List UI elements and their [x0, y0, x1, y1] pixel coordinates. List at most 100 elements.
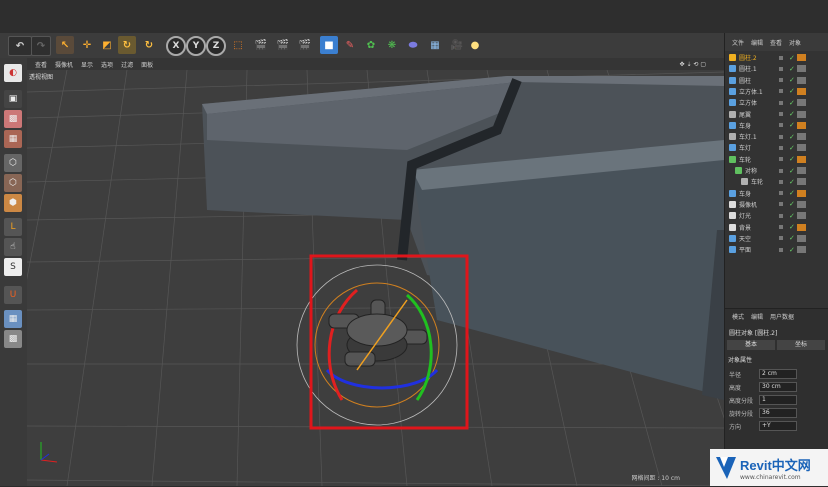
om-menu-edit[interactable]: 编辑 — [751, 38, 763, 47]
enabled-check-icon[interactable]: ✓ — [789, 234, 795, 242]
enabled-check-icon[interactable]: ✓ — [789, 200, 795, 208]
object-row[interactable]: 平面 ✓ — [725, 244, 828, 255]
visibility-dots[interactable] — [779, 225, 785, 229]
render-settings-icon[interactable]: 🎬 — [296, 36, 314, 54]
object-row[interactable]: 车轮 ✓ — [725, 154, 828, 165]
object-tag-icon[interactable] — [797, 121, 806, 129]
object-tag-icon[interactable] — [797, 99, 806, 107]
perspective-viewport[interactable]: 透视视图 网格间距 : 10 cm — [27, 70, 724, 486]
enabled-check-icon[interactable]: ✓ — [789, 110, 795, 118]
model-mode-icon[interactable]: ▣ — [4, 90, 22, 108]
visibility-dots[interactable] — [779, 89, 785, 94]
cube-icon[interactable]: ■ — [320, 36, 338, 54]
height-segments-field[interactable]: 1 — [759, 395, 797, 405]
visibility-dots[interactable] — [779, 157, 785, 162]
floor-icon[interactable]: ▦ — [425, 36, 445, 54]
viewport-menu-panel[interactable]: 面板 — [141, 60, 153, 69]
object-row[interactable]: 圆柱.1 ✓ — [725, 63, 828, 74]
enabled-check-icon[interactable]: ✓ — [789, 76, 795, 84]
object-tag-icon[interactable] — [797, 76, 806, 84]
object-row[interactable]: 对称 ✓ — [725, 165, 828, 176]
attr-menu-mode[interactable]: 模式 — [732, 312, 744, 321]
object-row[interactable]: 立方体 ✓ — [725, 97, 828, 108]
object-tag-icon[interactable] — [797, 234, 806, 242]
visibility-dots[interactable] — [779, 202, 785, 207]
enabled-check-icon[interactable]: ✓ — [789, 178, 795, 186]
enabled-check-icon[interactable]: ✓ — [789, 65, 795, 73]
object-tag-icon[interactable] — [797, 212, 806, 220]
enabled-check-icon[interactable]: ✓ — [789, 167, 795, 175]
rotation-segments-field[interactable]: 36 — [759, 408, 797, 418]
viewport-menu-display[interactable]: 显示 — [81, 60, 93, 69]
enabled-check-icon[interactable]: ✓ — [789, 99, 795, 107]
y-axis-lock-icon[interactable]: Y — [186, 36, 206, 56]
enabled-check-icon[interactable]: ✓ — [789, 155, 795, 163]
recent-tool-icon[interactable]: ↻ — [140, 36, 158, 54]
object-tag-icon[interactable] — [797, 189, 806, 197]
visibility-dots[interactable] — [779, 66, 785, 71]
visibility-dots[interactable] — [779, 78, 785, 83]
pen-spline-icon[interactable]: ✎ — [341, 36, 359, 54]
enabled-check-icon[interactable]: ✓ — [789, 54, 795, 62]
tweak-mode-icon[interactable]: ☝ — [4, 238, 22, 256]
rotate-tool-icon[interactable]: ↻ — [118, 36, 136, 54]
object-row[interactable]: 圆柱.2 ✓ — [725, 52, 828, 63]
visibility-dots[interactable] — [779, 123, 785, 128]
object-row[interactable]: 车身 ✓ — [725, 188, 828, 199]
points-mode-icon[interactable]: ⬡ — [4, 154, 22, 172]
enabled-check-icon[interactable]: ✓ — [789, 223, 795, 231]
undo-icon[interactable]: ↶ — [8, 36, 32, 56]
object-row[interactable]: 立方体.1 ✓ — [725, 86, 828, 97]
planar-workplane-icon[interactable]: ▩ — [4, 330, 22, 348]
object-tag-icon[interactable] — [797, 167, 806, 174]
object-tag-icon[interactable] — [797, 246, 806, 254]
viewport-nav-icons[interactable]: ✥ ⇣ ⟲ ▢ — [680, 61, 706, 68]
viewport-menu-options[interactable]: 选项 — [101, 60, 113, 69]
height-field[interactable]: 30 cm — [759, 382, 797, 392]
viewport-menu-filter[interactable]: 过滤 — [121, 60, 133, 69]
object-tag-icon[interactable] — [797, 223, 806, 231]
object-row[interactable]: 车灯 ✓ — [725, 142, 828, 153]
visibility-dots[interactable] — [779, 100, 785, 105]
render-view-icon[interactable]: 🎬 — [252, 36, 270, 54]
polygons-mode-icon[interactable]: ⬢ — [4, 194, 22, 212]
select-tool-icon[interactable]: ↖ — [56, 36, 74, 54]
workplane-icon[interactable]: ▦ — [4, 130, 22, 148]
scale-tool-icon[interactable]: ◩ — [98, 36, 116, 54]
enabled-check-icon[interactable]: ✓ — [789, 144, 795, 152]
om-menu-file[interactable]: 文件 — [732, 38, 744, 47]
object-row[interactable]: 尾翼 ✓ — [725, 109, 828, 120]
object-tag-icon[interactable] — [797, 133, 806, 141]
camera-icon[interactable]: 🎥 — [448, 36, 466, 54]
light-icon[interactable]: ● — [466, 36, 484, 54]
attr-menu-userdata[interactable]: 用户数据 — [770, 312, 794, 321]
x-axis-lock-icon[interactable]: X — [166, 36, 186, 56]
texture-mode-icon[interactable]: ▩ — [4, 110, 22, 128]
visibility-dots[interactable] — [779, 213, 785, 218]
visibility-dots[interactable] — [779, 168, 785, 173]
om-menu-view[interactable]: 查看 — [770, 38, 782, 47]
visibility-dots[interactable] — [779, 236, 785, 241]
attr-menu-edit[interactable]: 编辑 — [751, 312, 763, 321]
object-row[interactable]: 车轮 ✓ — [725, 176, 828, 187]
object-tag-icon[interactable] — [797, 155, 806, 163]
enabled-check-icon[interactable]: ✓ — [789, 189, 795, 197]
visibility-dots[interactable] — [779, 179, 785, 184]
visibility-dots[interactable] — [779, 55, 785, 60]
basic-tab-button[interactable]: 基本 — [727, 340, 775, 350]
visibility-dots[interactable] — [779, 247, 785, 252]
object-row[interactable]: 圆柱 ✓ — [725, 75, 828, 86]
object-row[interactable]: 车灯.1 ✓ — [725, 131, 828, 142]
viewport-menu-camera[interactable]: 摄像机 — [55, 60, 73, 69]
redo-icon[interactable]: ↷ — [31, 36, 51, 56]
subdivision-icon[interactable]: ✿ — [362, 36, 380, 54]
object-row[interactable]: 车身 ✓ — [725, 120, 828, 131]
lock-workplane-icon[interactable]: ▦ — [4, 310, 22, 328]
deformer-icon[interactable]: ⬬ — [404, 36, 422, 54]
coord-tab-button[interactable]: 坐标 — [777, 340, 825, 350]
object-tag-icon[interactable] — [797, 200, 806, 208]
enabled-check-icon[interactable]: ✓ — [789, 133, 795, 141]
enabled-check-icon[interactable]: ✓ — [789, 246, 795, 254]
coordinate-system-icon[interactable]: ⬚ — [229, 36, 247, 54]
om-menu-object[interactable]: 对象 — [789, 38, 801, 47]
